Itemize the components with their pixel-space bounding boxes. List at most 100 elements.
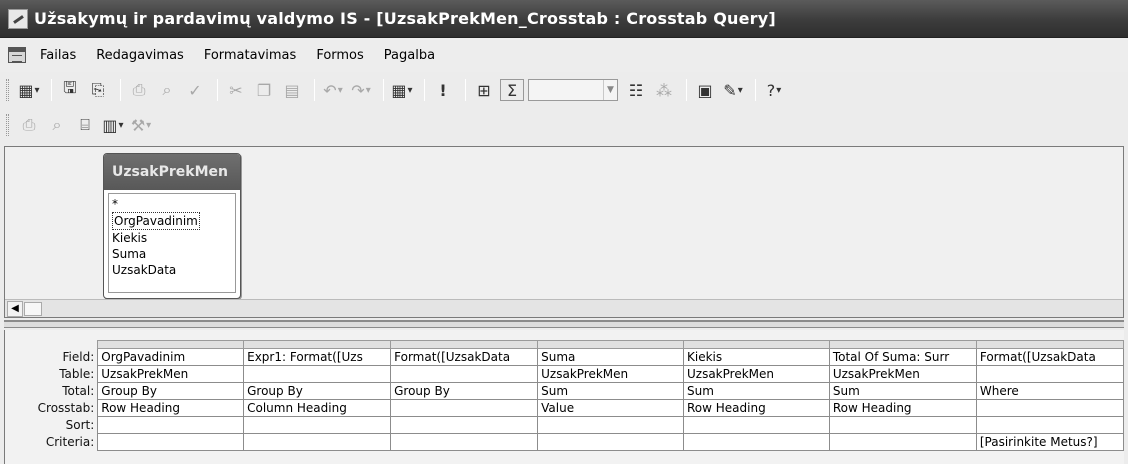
table-cell[interactable] — [243, 365, 392, 383]
criteria-cell[interactable] — [390, 433, 539, 451]
table-cell[interactable]: UzsakPrekMen — [97, 365, 245, 383]
crosstab-cell[interactable]: Row Heading — [97, 399, 245, 417]
cut-icon[interactable]: ✂ — [224, 79, 248, 101]
criteria-cell[interactable] — [682, 433, 830, 451]
sort-cell[interactable] — [537, 416, 684, 434]
grid-icon[interactable]: ▥ — [101, 114, 125, 136]
criteria-cell[interactable]: [Pasirinkite Metus?] — [975, 433, 1125, 451]
sort-cell[interactable] — [975, 416, 1125, 434]
sort-cell[interactable] — [390, 416, 539, 434]
tools-icon[interactable]: ⚒ — [129, 114, 153, 136]
field-item-kiekis[interactable]: Kiekis — [112, 230, 232, 246]
table-cell[interactable]: UzsakPrekMen — [682, 365, 830, 383]
query-type-icon[interactable]: ▦ — [390, 79, 414, 101]
run-icon[interactable]: ! — [431, 79, 455, 101]
spelling-icon[interactable]: ✓ — [183, 79, 207, 101]
toolbar-grip[interactable] — [6, 79, 9, 101]
scroll-thumb[interactable] — [24, 301, 42, 316]
crosstab-cell[interactable] — [975, 399, 1125, 417]
print-icon[interactable]: ⎙ — [17, 114, 41, 136]
field-cell[interactable]: Total Of Suma: Surr — [828, 348, 977, 366]
field-item-all[interactable]: * — [112, 196, 232, 212]
sort-cell[interactable] — [828, 416, 977, 434]
column-selector[interactable] — [97, 340, 245, 349]
field-cell[interactable]: OrgPavadinim — [97, 348, 245, 366]
properties-icon[interactable]: ☷ — [624, 79, 648, 101]
help-icon[interactable]: ? — [762, 79, 786, 101]
sort-cell[interactable] — [243, 416, 392, 434]
total-cell[interactable]: Sum — [828, 382, 977, 400]
column-selector[interactable] — [537, 340, 684, 349]
table-cell[interactable]: UzsakPrekMen — [828, 365, 977, 383]
field-item-orgpavadinim[interactable]: OrgPavadinim — [112, 212, 200, 230]
top-values-combo[interactable]: ▼ — [528, 79, 618, 101]
field-cell[interactable]: Kiekis — [682, 348, 830, 366]
total-cell[interactable]: Group By — [243, 382, 392, 400]
table-field-list[interactable]: UzsakPrekMen * OrgPavadinim Kiekis Suma … — [103, 153, 241, 299]
menu-pagalba[interactable]: Pagalba — [384, 48, 435, 63]
criteria-cell[interactable] — [828, 433, 977, 451]
table-cell[interactable] — [390, 365, 539, 383]
print-preview-icon[interactable]: ⌕ — [155, 79, 179, 101]
table-title[interactable]: UzsakPrekMen — [104, 154, 240, 190]
crosstab-cell[interactable]: Row Heading — [828, 399, 977, 417]
total-cell[interactable]: Where — [975, 382, 1125, 400]
column-selector[interactable] — [243, 340, 392, 349]
field-item-suma[interactable]: Suma — [112, 246, 232, 262]
scroll-left-icon[interactable]: ◀ — [7, 300, 23, 317]
criteria-cell[interactable] — [537, 433, 684, 451]
pane-splitter[interactable] — [4, 320, 1124, 328]
crosstab-cell[interactable]: Value — [537, 399, 684, 417]
chevron-down-icon[interactable]: ▼ — [603, 80, 617, 100]
table-cell[interactable] — [975, 365, 1125, 383]
show-table-icon[interactable]: ⊞ — [472, 79, 496, 101]
database-window-icon[interactable]: ▣ — [693, 79, 717, 101]
menu-failas[interactable]: Failas — [40, 48, 76, 63]
field-cell[interactable]: Expr1: Format([Uzs — [243, 348, 392, 366]
field-item-uzsakdata[interactable]: UzsakData — [112, 262, 232, 278]
total-cell[interactable]: Group By — [97, 382, 245, 400]
find-icon[interactable]: ⎘ — [86, 79, 110, 101]
separator — [465, 79, 466, 101]
menu-redagavimas[interactable]: Redagavimas — [96, 48, 184, 63]
print-icon[interactable]: ⎙ — [127, 79, 151, 101]
column-selector[interactable] — [828, 340, 977, 349]
sort-cell[interactable] — [682, 416, 830, 434]
crosstab-cell[interactable]: Column Heading — [243, 399, 392, 417]
undo-icon[interactable]: ↶ — [321, 79, 345, 101]
field-cell[interactable]: Format([UzsakData — [390, 348, 539, 366]
menu-formos[interactable]: Formos — [316, 48, 363, 63]
menu-formatavimas[interactable]: Formatavimas — [204, 48, 297, 63]
column-selector[interactable] — [975, 340, 1125, 349]
total-cell[interactable]: Group By — [390, 382, 539, 400]
column-selector[interactable] — [390, 340, 539, 349]
redo-icon[interactable]: ↷ — [349, 79, 373, 101]
field-cell[interactable]: Format([UzsakData — [975, 348, 1125, 366]
field-list[interactable]: * OrgPavadinim Kiekis Suma UzsakData — [108, 193, 236, 293]
criteria-cell[interactable] — [97, 433, 245, 451]
save-icon[interactable]: 🖫 — [58, 78, 82, 101]
field-cell[interactable]: Suma — [537, 348, 684, 366]
app-icon[interactable] — [8, 8, 28, 29]
table-cell[interactable]: UzsakPrekMen — [537, 365, 684, 383]
total-cell[interactable]: Sum — [682, 382, 830, 400]
search-icon[interactable]: ⌕ — [45, 114, 69, 136]
view-icon[interactable]: ▦ — [17, 79, 41, 101]
copy-icon[interactable]: ❐ — [252, 79, 276, 101]
build-icon[interactable]: ⁂ — [652, 79, 676, 101]
sort-cell[interactable] — [97, 416, 245, 434]
horizontal-scrollbar[interactable]: ◀ — [5, 299, 1123, 317]
paste-icon[interactable]: ▤ — [280, 79, 304, 101]
total-cell[interactable]: Sum — [537, 382, 684, 400]
totals-icon[interactable]: Σ — [500, 79, 524, 101]
file-search-icon[interactable]: ⌸ — [73, 114, 97, 136]
criteria-cell[interactable] — [243, 433, 392, 451]
separator — [686, 79, 687, 101]
document-icon[interactable] — [8, 47, 26, 63]
crosstab-cell[interactable] — [390, 399, 539, 417]
new-object-icon[interactable]: ✎ — [721, 79, 745, 101]
crosstab-cell[interactable]: Row Heading — [682, 399, 830, 417]
toolbar-grip[interactable] — [6, 114, 9, 136]
column-selector[interactable] — [682, 340, 830, 349]
table-pane[interactable]: UzsakPrekMen * OrgPavadinim Kiekis Suma … — [4, 146, 1124, 318]
